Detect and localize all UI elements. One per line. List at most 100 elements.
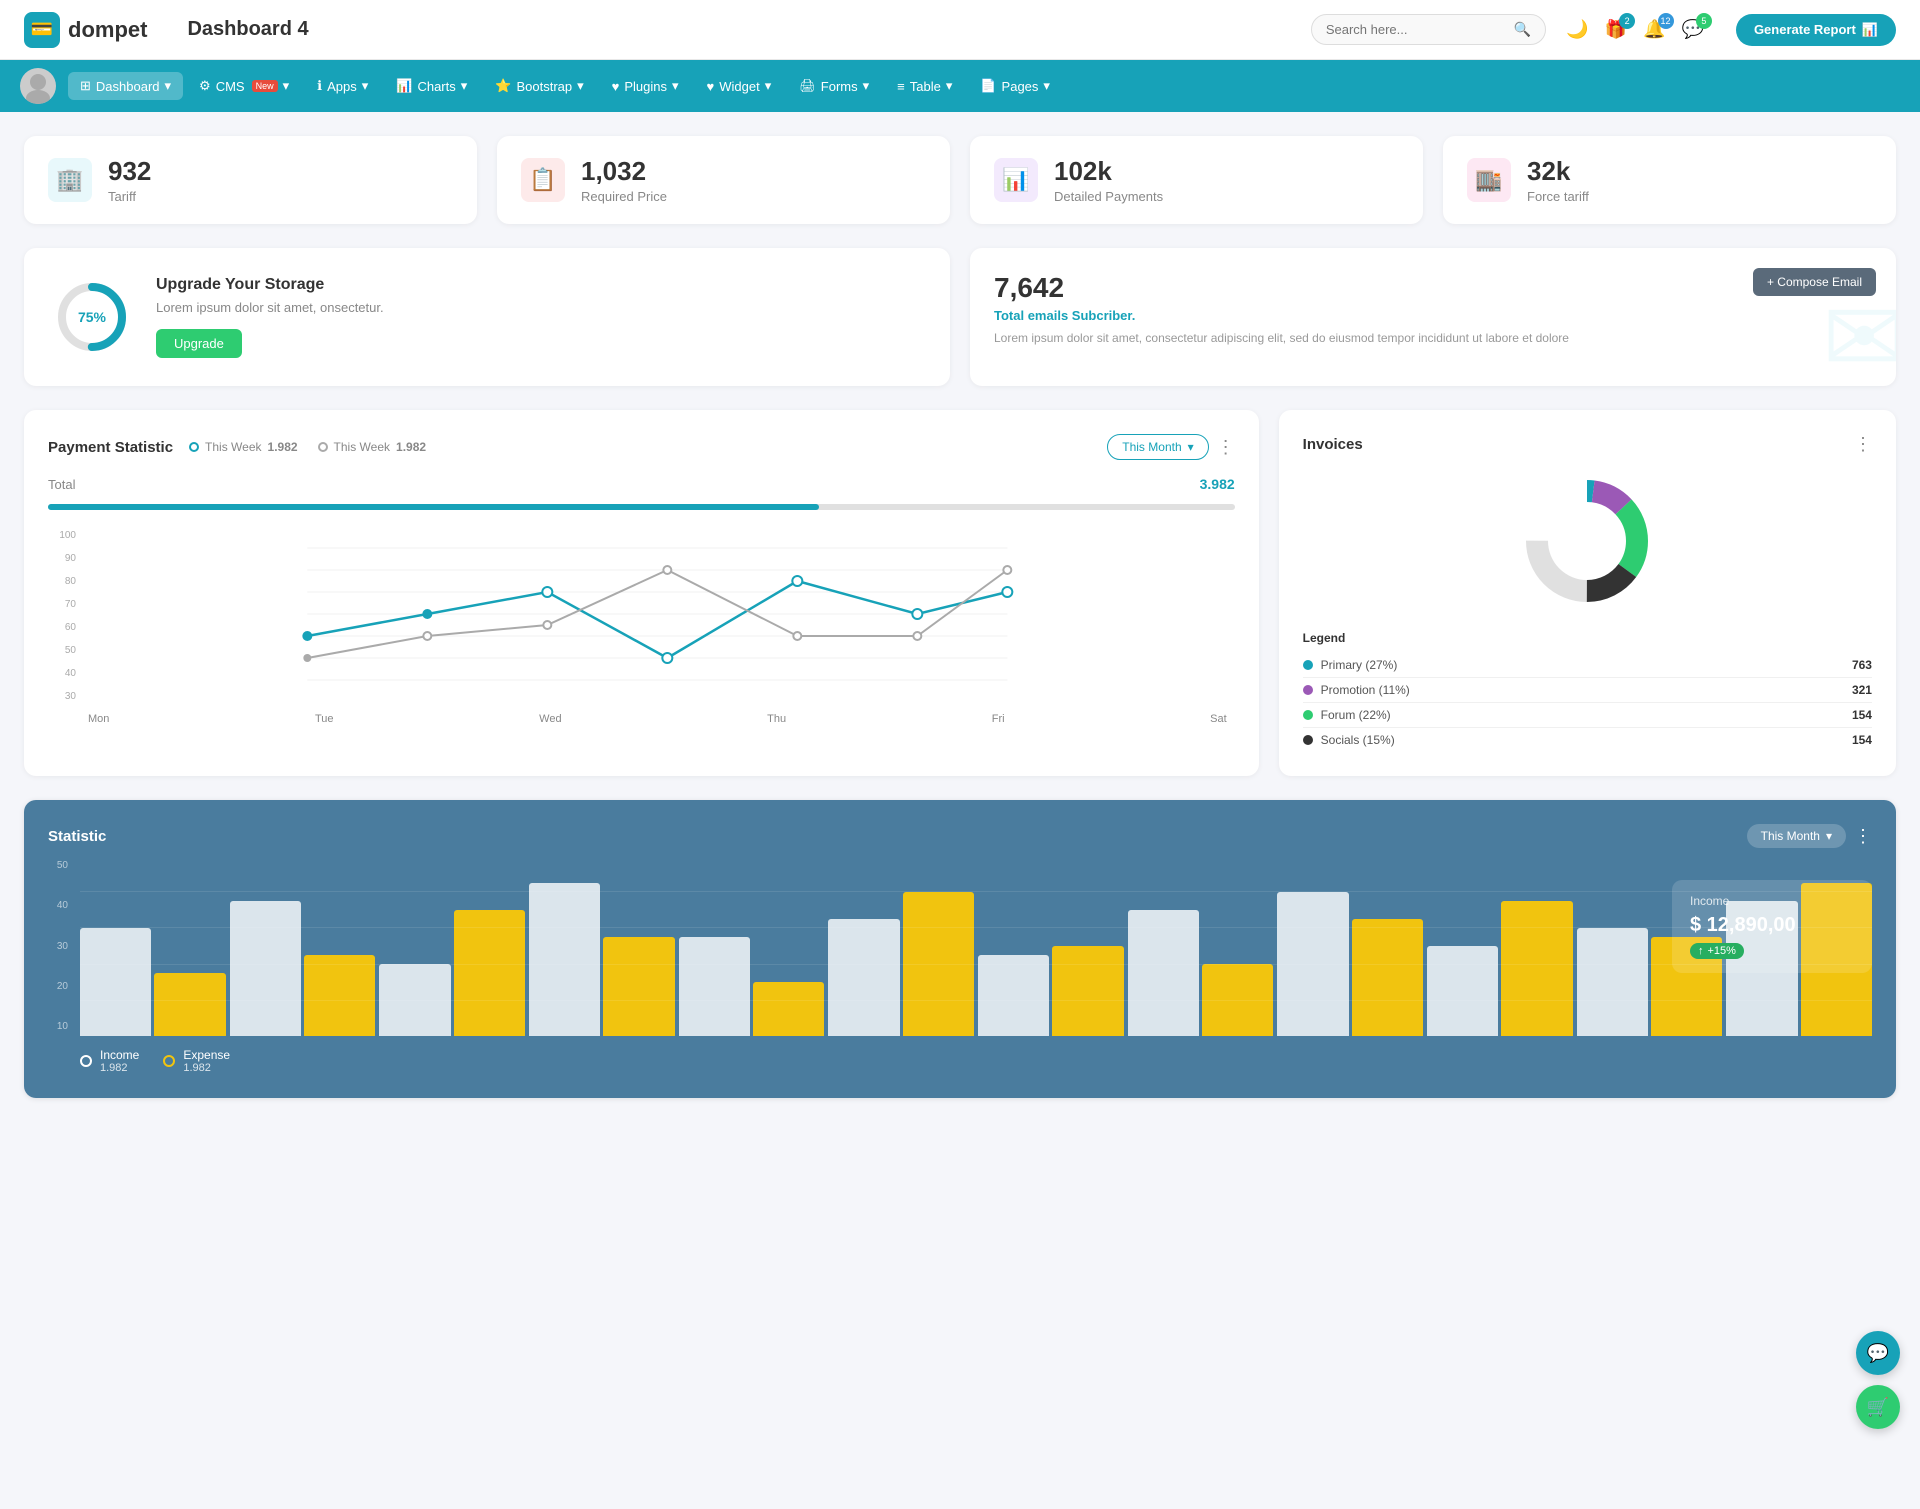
- expense-val: 1.982: [183, 1062, 230, 1074]
- bar-chart-icon: 📊: [1862, 22, 1878, 38]
- nav-item-cms[interactable]: ⚙ CMS New ▾: [187, 72, 301, 100]
- bar-group-4: [679, 937, 825, 1036]
- income-legend: Income 1.982: [80, 1048, 139, 1074]
- nav-item-apps[interactable]: ℹ Apps ▾: [305, 72, 380, 100]
- middle-section: 75% Upgrade Your Storage Lorem ipsum dol…: [24, 248, 1896, 386]
- bar-yellow-7: [1202, 964, 1273, 1036]
- income-label: Income: [100, 1048, 139, 1062]
- nav-label-charts: Charts: [417, 79, 455, 94]
- nav-label-dashboard: Dashboard: [96, 79, 160, 94]
- nav-item-pages[interactable]: 📄 Pages ▾: [968, 72, 1062, 100]
- upgrade-button[interactable]: Upgrade: [156, 329, 242, 358]
- chevron-down-icon: ▾: [165, 78, 172, 94]
- legend-count-forum: 154: [1852, 708, 1872, 722]
- header-icons: 🌙 🎁 2 🔔 12 💬 5 Generate Report 📊: [1566, 14, 1896, 46]
- payment-progress-fill: [48, 504, 819, 510]
- force-tariff-icon: 🏬: [1467, 158, 1511, 202]
- logo-icon: 💳: [24, 12, 60, 48]
- logo-text: dompet: [68, 17, 147, 43]
- theme-toggle[interactable]: 🌙: [1566, 19, 1588, 40]
- income-growth-badge: ↑ +15%: [1690, 943, 1744, 959]
- expense-label: Expense: [183, 1048, 230, 1062]
- expense-legend: Expense 1.982: [163, 1048, 230, 1074]
- payment-legends: This Week 1.982 This Week 1.982: [189, 440, 426, 454]
- income-info: Income 1.982: [100, 1048, 139, 1074]
- legend-val-1: 1.982: [268, 440, 298, 454]
- legend-color-promo: [1303, 685, 1313, 695]
- notifications-button[interactable]: 🔔 12: [1643, 19, 1665, 40]
- force-tariff-value: 32k: [1527, 156, 1589, 187]
- logo: 💳 dompet: [24, 12, 147, 48]
- stat-card-required-price: 📋 1,032 Required Price: [497, 136, 950, 224]
- arrow-up-icon: ↑: [1698, 945, 1704, 957]
- nav-label-table: Table: [910, 79, 941, 94]
- payment-filter-button[interactable]: This Month ▾: [1107, 434, 1208, 460]
- list-item: Primary (27%) 763: [1303, 653, 1872, 678]
- nav-item-forms[interactable]: 🖨 Forms ▾: [787, 72, 881, 100]
- nav-item-bootstrap[interactable]: ⭐ Bootstrap ▾: [483, 72, 595, 100]
- nav-bar: ⊞ Dashboard ▾ ⚙ CMS New ▾ ℹ Apps ▾ 📊 Cha…: [0, 60, 1920, 112]
- bar-group-7: [1128, 910, 1274, 1036]
- bar-white-2: [379, 964, 450, 1036]
- nav-item-plugins[interactable]: ♥ Plugins ▾: [600, 72, 691, 100]
- main-content: 🏢 932 Tariff 📋 1,032 Required Price 📊 10…: [0, 112, 1920, 1122]
- nav-label-forms: Forms: [821, 79, 858, 94]
- search-bar[interactable]: 🔍: [1311, 14, 1546, 45]
- legend-count-socials: 154: [1852, 733, 1872, 747]
- bar-group-5: [828, 892, 974, 1036]
- storage-percent: 75%: [78, 309, 106, 325]
- legend-list: Primary (27%) 763 Promotion (11%) 321 Fo…: [1303, 653, 1872, 752]
- widget-icon: ♥: [707, 79, 715, 94]
- statistic-filter-button[interactable]: This Month ▾: [1747, 824, 1846, 848]
- gift-button[interactable]: 🎁 2: [1605, 19, 1627, 40]
- invoices-donut: [1303, 471, 1872, 611]
- bar-group-9: [1427, 901, 1573, 1036]
- list-item: Promotion (11%) 321: [1303, 678, 1872, 703]
- cms-badge: New: [252, 80, 278, 92]
- support-button[interactable]: 💬: [1856, 1331, 1900, 1375]
- payment-more-button[interactable]: ⋮: [1217, 437, 1235, 458]
- statistic-more-button[interactable]: ⋮: [1854, 826, 1872, 847]
- messages-button[interactable]: 💬 5: [1682, 19, 1704, 40]
- statistic-card: Statistic This Month ▾ ⋮ 5040302010: [24, 800, 1896, 1098]
- help-button[interactable]: 🛒: [1856, 1385, 1900, 1429]
- bar-white-1: [230, 901, 301, 1036]
- header: 💳 dompet Dashboard 4 🔍 🌙 🎁 2 🔔 12 💬 5 Ge…: [0, 0, 1920, 60]
- statistic-header: Statistic This Month ▾ ⋮: [48, 824, 1872, 848]
- bar-yellow-6: [1052, 946, 1123, 1036]
- generate-report-button[interactable]: Generate Report 📊: [1736, 14, 1896, 46]
- bar-yellow-1: [304, 955, 375, 1036]
- tariff-value: 932: [108, 156, 151, 187]
- bar-group-0: [80, 928, 226, 1036]
- required-price-info: 1,032 Required Price: [581, 156, 667, 204]
- bar-yellow-2: [454, 910, 525, 1036]
- email-count: 7,642: [994, 272, 1872, 304]
- bar-white-7: [1128, 910, 1199, 1036]
- nav-item-dashboard[interactable]: ⊞ Dashboard ▾: [68, 72, 183, 100]
- legend-name-promo: Promotion (11%): [1321, 683, 1852, 697]
- detailed-payments-info: 102k Detailed Payments: [1054, 156, 1163, 204]
- bar-yellow-0: [154, 973, 225, 1036]
- legend-dot-1: [189, 442, 199, 452]
- list-item: Socials (15%) 154: [1303, 728, 1872, 752]
- required-price-label: Required Price: [581, 189, 667, 204]
- bar-white-8: [1277, 892, 1348, 1036]
- payment-progress-bar: [48, 504, 1235, 510]
- nav-item-widget[interactable]: ♥ Widget ▾: [695, 72, 784, 100]
- list-item: Forum (22%) 154: [1303, 703, 1872, 728]
- x-axis: MonTueWedThuFriSat: [80, 713, 1235, 725]
- income-dot: [80, 1055, 92, 1067]
- chevron-down-icon-bootstrap: ▾: [577, 78, 584, 94]
- search-input[interactable]: [1326, 22, 1506, 37]
- income-box-title: Income: [1690, 894, 1854, 908]
- expense-info: Expense 1.982: [183, 1048, 230, 1074]
- nav-item-table[interactable]: ≡ Table ▾: [885, 72, 964, 100]
- nav-item-charts[interactable]: 📊 Charts ▾: [384, 72, 479, 100]
- user-avatar: [20, 68, 56, 104]
- floating-buttons: 💬 🛒: [1856, 1331, 1900, 1429]
- payment-filter-label: This Month: [1122, 440, 1181, 454]
- generate-report-label: Generate Report: [1754, 22, 1856, 37]
- y-axis: 10090807060504030: [48, 526, 76, 706]
- invoices-more-button[interactable]: ⋮: [1854, 434, 1872, 455]
- legend-name-forum: Forum (22%): [1321, 708, 1852, 722]
